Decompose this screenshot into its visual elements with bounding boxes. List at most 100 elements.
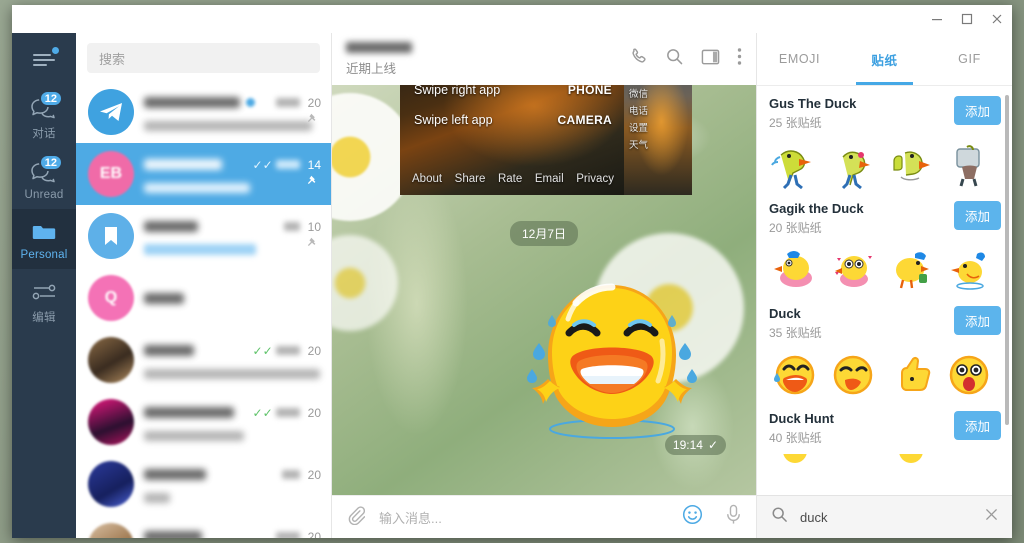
timestamp: 20 (308, 530, 321, 539)
avatar (88, 523, 134, 538)
list-item-text: ✓✓ 20 (144, 404, 321, 441)
read-check-icon: ✓✓ (253, 344, 273, 358)
sticker-thumb[interactable] (769, 244, 821, 296)
sticker-thumb[interactable] (827, 244, 879, 296)
tab-gif[interactable]: GIF (927, 33, 1012, 85)
chat-name (144, 293, 184, 304)
chat-name (144, 345, 194, 356)
sticker-thumb[interactable] (885, 244, 937, 296)
add-sticker-pack-button[interactable]: 添加 (954, 411, 1001, 440)
sticker-tabs: EMOJI 贴纸 GIF (757, 33, 1012, 85)
add-sticker-pack-button[interactable]: 添加 (954, 96, 1001, 125)
list-item-text: 10 (144, 218, 321, 255)
sidebar-item-edit[interactable]: 编辑 (12, 269, 76, 333)
sticker-thumb[interactable] (769, 349, 821, 401)
clear-icon[interactable] (984, 507, 999, 527)
list-item[interactable]: ✓✓ 20 (76, 391, 331, 453)
sticker-thumb[interactable] (827, 139, 879, 191)
sticker-pack: Gagik the Duck 20 张贴纸 添加 (757, 191, 1012, 296)
sticker-thumb[interactable] (943, 139, 995, 191)
sticker-search-input[interactable]: duck (800, 510, 984, 525)
timestamp-blurred (276, 160, 300, 169)
telegram-window: 12 对话 12 Unread Personal (12, 5, 1012, 538)
avatar (88, 461, 134, 507)
pin-icon (307, 175, 319, 193)
phone-icon[interactable] (629, 47, 648, 71)
media-side-item: 天气 (629, 137, 648, 154)
timestamp: 14 (308, 158, 321, 172)
pin-icon (307, 237, 319, 255)
sticker-pack-count: 25 张贴纸 (769, 114, 856, 131)
chat-preview (144, 431, 244, 441)
sidebar-item-unread[interactable]: 12 Unread (12, 149, 76, 209)
list-item[interactable]: ✓✓ 20 (76, 329, 331, 391)
close-button[interactable] (982, 6, 1012, 32)
chat-preview (144, 183, 250, 193)
media-link: About (412, 173, 442, 185)
main-menu-button[interactable] (12, 33, 76, 85)
smiley-icon[interactable] (682, 504, 703, 530)
sidebar-item-chats[interactable]: 12 对话 (12, 85, 76, 149)
sticker-thumb[interactable] (769, 454, 821, 472)
add-sticker-pack-button[interactable]: 添加 (954, 201, 1001, 230)
minimize-button[interactable] (922, 6, 952, 32)
pin-icon (307, 113, 319, 131)
sticker-pack-name: Gagik the Duck (769, 201, 864, 216)
sticker-thumb[interactable] (885, 139, 937, 191)
more-vertical-icon[interactable] (737, 47, 742, 71)
media-link: Privacy (576, 173, 614, 185)
conversation-title-block: 近期上线 (346, 42, 412, 77)
split-panel-icon[interactable] (701, 48, 720, 71)
maximize-button[interactable] (952, 6, 982, 32)
sticker-thumb[interactable] (769, 139, 821, 191)
tab-emoji[interactable]: EMOJI (757, 33, 842, 85)
media-link: Email (535, 173, 564, 185)
list-item[interactable]: 20 (76, 81, 331, 143)
message-input[interactable]: 输入消息... (379, 508, 682, 527)
timestamp-blurred (284, 222, 300, 231)
list-item[interactable]: 20 (76, 453, 331, 515)
conversation-panel: Swipe right app PHONE Swipe left app CAM… (332, 33, 756, 538)
chat-name (144, 531, 202, 538)
laughing-duck-sticker[interactable] (512, 251, 712, 456)
add-sticker-pack-button[interactable]: 添加 (954, 306, 1001, 335)
media-line2-left: Swipe left app (414, 113, 493, 127)
search-icon (771, 506, 788, 528)
sticker-thumb[interactable] (943, 244, 995, 296)
sticker-pack-list[interactable]: Gus The Duck 25 张贴纸 添加 (757, 85, 1012, 495)
sticker-thumb[interactable] (827, 349, 879, 401)
chat-preview (144, 244, 256, 255)
avatar: EB (88, 151, 134, 197)
hamburger-menu-icon (27, 47, 61, 73)
chat-preview (144, 369, 320, 379)
sidebar-item-personal[interactable]: Personal (12, 209, 76, 269)
timestamp: 10 (308, 220, 321, 234)
timestamp-blurred (276, 408, 300, 417)
daisy-decoration (332, 235, 398, 331)
unread-chats-icon: 12 (27, 159, 61, 185)
timestamp: 20 (308, 406, 321, 420)
sticker-thumb[interactable] (943, 349, 995, 401)
sticker-thumb[interactable] (885, 349, 937, 401)
list-item[interactable]: 10 (76, 205, 331, 267)
chat-list-column: 搜索 20 EB (76, 33, 332, 538)
list-item[interactable]: EB ✓✓ 14 (76, 143, 331, 205)
list-item[interactable]: 20 (76, 515, 331, 538)
search-input[interactable]: 搜索 (87, 43, 320, 73)
list-item[interactable]: Q (76, 267, 331, 329)
paperclip-icon[interactable] (346, 505, 365, 530)
chats-unread-badge: 12 (39, 90, 63, 107)
sticker-panel-scrollbar[interactable] (1005, 95, 1009, 425)
sticker-pack-name: Duck (769, 306, 822, 321)
media-side-item: 设置 (629, 120, 648, 137)
sidebar-item-label: Personal (21, 249, 68, 261)
chat-name (144, 221, 198, 232)
sticker-thumb[interactable] (885, 454, 937, 472)
search-icon[interactable] (665, 47, 684, 71)
microphone-icon[interactable] (725, 504, 742, 530)
list-item-text: ✓✓ 20 (144, 342, 321, 379)
message-input-bar: 输入消息... (332, 495, 756, 538)
media-line1-right: PHONE (568, 83, 612, 97)
tab-stickers[interactable]: 贴纸 (842, 33, 927, 85)
sticker-thumbnails (769, 454, 1001, 472)
